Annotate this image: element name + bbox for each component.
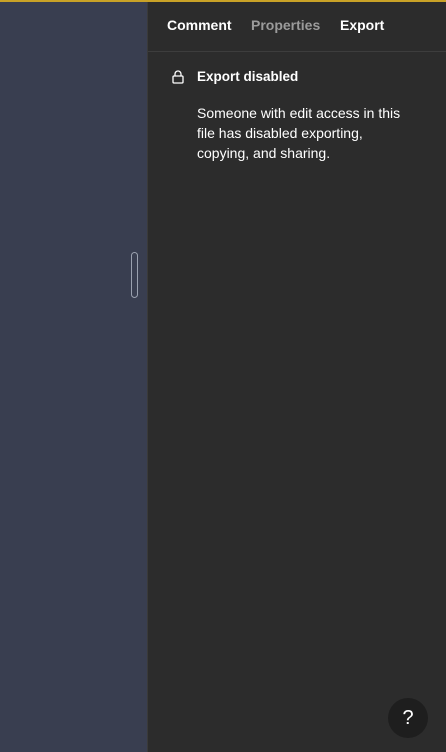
export-disabled-message: Someone with edit access in this file ha… [197, 105, 401, 161]
tab-export[interactable]: Export [340, 17, 384, 33]
export-disabled-title: Export disabled [197, 69, 299, 84]
canvas-area[interactable] [0, 0, 147, 752]
panel-resize-handle[interactable] [131, 252, 138, 298]
panel-tabs: Comment Properties Export [148, 0, 446, 52]
tab-properties[interactable]: Properties [251, 17, 320, 33]
top-accent-bar [0, 0, 446, 2]
tab-comment[interactable]: Comment [167, 17, 232, 33]
help-button[interactable]: ? [388, 698, 428, 738]
app-window: Comment Properties Export Export disable… [0, 0, 446, 752]
lock-icon [172, 70, 184, 84]
right-panel: Comment Properties Export Export disable… [147, 0, 446, 752]
